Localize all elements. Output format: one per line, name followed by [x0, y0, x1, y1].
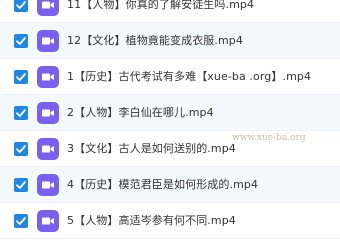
file-name[interactable]: 4【历史】模范君臣是如何形成的.mp4 [67, 167, 258, 203]
video-icon [37, 210, 59, 232]
video-icon [37, 138, 59, 160]
video-icon [37, 30, 59, 52]
checkbox-checked[interactable] [14, 0, 28, 12]
file-row[interactable]: 2【人物】李白仙在哪儿.mp4 [0, 95, 340, 131]
file-row[interactable]: 5【人物】高适岑参有何不同.mp4 [0, 203, 340, 239]
file-name[interactable]: 12【文化】植物竟能变成衣服.mp4 [67, 23, 243, 59]
file-row[interactable]: 4【历史】模范君臣是如何形成的.mp4 [0, 167, 340, 203]
checkbox-checked[interactable] [14, 34, 28, 48]
video-icon [37, 174, 59, 196]
file-rows: 11【人物】你真的了解安徒生吗.mp4 12【文化】植物竟能变成衣服.mp4 1… [0, 0, 340, 239]
checkbox-checked[interactable] [14, 178, 28, 192]
file-row[interactable]: 1【历史】古代考试有多难【xue-ba .org】.mp4 [0, 59, 340, 95]
checkbox-checked[interactable] [14, 106, 28, 120]
watermark: www.xue-ba.org [232, 133, 306, 143]
file-row[interactable]: 11【人物】你真的了解安徒生吗.mp4 [0, 0, 340, 23]
file-name[interactable]: 1【历史】古代考试有多难【xue-ba .org】.mp4 [67, 59, 311, 95]
checkbox-checked[interactable] [14, 142, 28, 156]
video-icon [37, 66, 59, 88]
file-name[interactable]: 3【文化】古人是如何送别的.mp4 [67, 131, 236, 167]
file-name[interactable]: 5【人物】高适岑参有何不同.mp4 [67, 203, 236, 239]
file-row[interactable]: 12【文化】植物竟能变成衣服.mp4 [0, 23, 340, 59]
checkbox-checked[interactable] [14, 214, 28, 228]
video-icon [37, 0, 59, 16]
file-name[interactable]: 2【人物】李白仙在哪儿.mp4 [67, 95, 214, 131]
video-icon [37, 102, 59, 124]
checkbox-checked[interactable] [14, 70, 28, 84]
file-list: 11【人物】你真的了解安徒生吗.mp4 12【文化】植物竟能变成衣服.mp4 1… [0, 0, 340, 252]
file-name[interactable]: 11【人物】你真的了解安徒生吗.mp4 [67, 0, 254, 23]
